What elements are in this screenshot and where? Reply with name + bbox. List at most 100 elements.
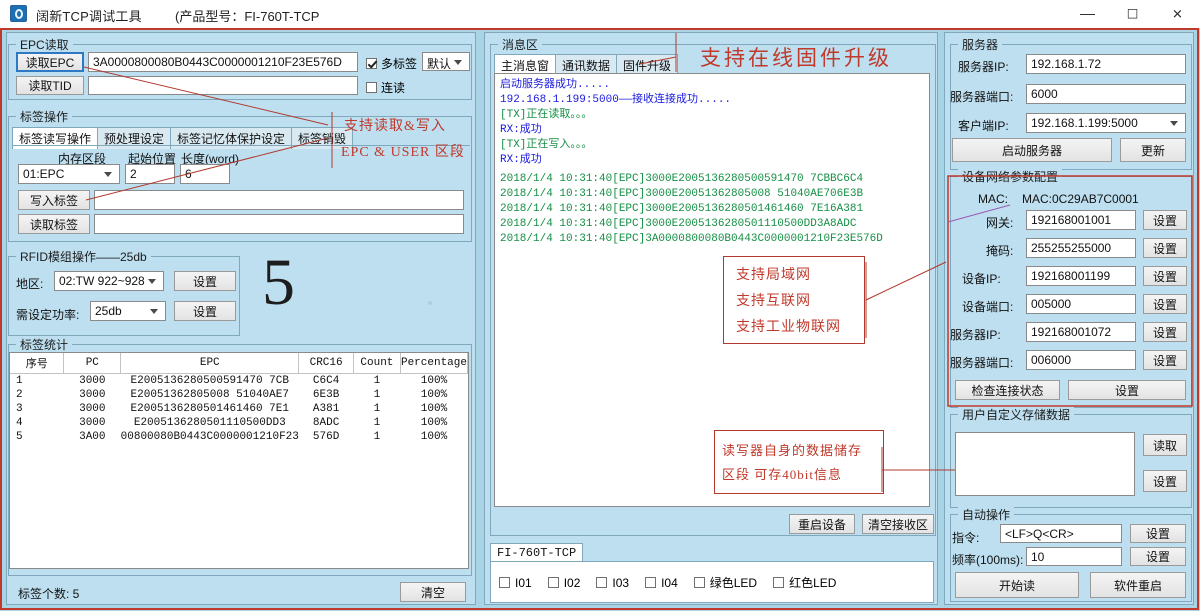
mem-bank-select[interactable]: 01:EPC: [18, 164, 120, 184]
message-log[interactable]: 启动服务器成功..... 192.168.1.199:5000——接收连接成功..…: [494, 73, 930, 507]
table-cell: 1: [373, 417, 381, 429]
table-header-2: EPC: [120, 353, 300, 374]
read-tid-button[interactable]: 读取TID: [16, 76, 84, 95]
checkbox-box-icon: [596, 577, 608, 588]
net-field-input-1[interactable]: 255255255000: [1026, 238, 1136, 258]
user-storage-read-button[interactable]: 读取: [1143, 434, 1187, 456]
io-checkbox-label: I01: [515, 575, 532, 590]
clear-receive-button[interactable]: 清空接收区: [862, 514, 934, 534]
auto-freq-input[interactable]: 10: [1026, 547, 1122, 566]
auto-cmd-label: 指令:: [952, 531, 980, 545]
length-input[interactable]: 6: [180, 164, 230, 184]
check-connection-button[interactable]: 检查连接状态: [955, 380, 1060, 400]
net-field-input-5[interactable]: 006000: [1026, 350, 1136, 370]
read-epc-button[interactable]: 读取EPC: [16, 52, 84, 72]
user-storage-set-button[interactable]: 设置: [1143, 470, 1187, 492]
table-header-4: Count: [353, 353, 401, 374]
table-row[interactable]: 1 3000 E2005136280500591470 7CB C6C4 1 100%: [10, 374, 468, 389]
table-row[interactable]: 3 3000 E2005136280501461460 7E1 A381 1 100%: [10, 402, 468, 416]
minimize-button[interactable]: —: [1065, 0, 1110, 28]
checkbox-box-icon: [499, 577, 510, 588]
net-field-input-0[interactable]: 192168001001: [1026, 210, 1136, 230]
start-pos-input[interactable]: 2: [125, 164, 175, 184]
tid-value-input[interactable]: [88, 76, 358, 95]
net-field-label-2: 设备IP:: [962, 272, 1001, 286]
net-field-input-2[interactable]: 192168001199: [1026, 266, 1136, 286]
server-ip-label: 服务器IP:: [958, 60, 1009, 74]
table-row[interactable]: 4 3000 E2005136280501110500DD3 8ADC 1 100%: [10, 416, 468, 430]
net-field-set-button-4[interactable]: 设置: [1143, 322, 1187, 342]
auto-freq-set-button[interactable]: 设置: [1130, 547, 1186, 566]
log-line: RX:成功: [500, 154, 542, 166]
power-set-button[interactable]: 设置: [174, 301, 236, 321]
tag-statistics-group-title: 标签统计: [16, 336, 73, 353]
table-cell: 00800080B0443C0000001210F23: [120, 431, 299, 443]
close-button[interactable]: ✕: [1155, 0, 1200, 28]
log-line: RX:成功: [500, 124, 542, 136]
power-select[interactable]: 25db: [90, 301, 166, 321]
log-line: [TX]正在写入。。。: [500, 139, 593, 151]
restart-device-button[interactable]: 重启设备: [789, 514, 855, 534]
maximize-button[interactable]: ☐: [1110, 0, 1155, 28]
region-set-button[interactable]: 设置: [174, 271, 236, 291]
table-cell: A381: [312, 403, 340, 415]
table-cell: 3000: [79, 403, 106, 415]
watermark-texture: [395, 268, 465, 338]
table-cell: 3000: [79, 417, 106, 429]
io-checkbox-i04[interactable]: I04: [645, 576, 678, 590]
net-field-set-button-1[interactable]: 设置: [1143, 238, 1187, 258]
table-cell: 1: [373, 389, 381, 401]
log-line: 2018/1/4 10:31:40[EPC]3A0000800080B0443C…: [500, 233, 883, 245]
region-select[interactable]: 02:TW 922~928: [54, 271, 164, 291]
io-checkbox-i01[interactable]: I01: [499, 576, 532, 590]
table-row[interactable]: 2 3000 E20051362805008 51040AE7 6E3B 1 100%: [10, 388, 468, 402]
user-storage-input[interactable]: [955, 432, 1135, 496]
epc-value-input[interactable]: 3A0000800080B0443C0000001210F23E576D: [88, 52, 358, 72]
io-checkbox-label: I03: [612, 575, 630, 590]
start-server-button[interactable]: 启动服务器: [952, 138, 1112, 162]
start-read-button[interactable]: 开始读: [955, 572, 1079, 598]
tag-statistics-table[interactable]: 序号 PC EPC CRC16 Count Percentage 1 3000 E200513…: [9, 352, 469, 569]
table-header-5: Percentage: [400, 353, 468, 374]
write-tag-input[interactable]: [94, 190, 464, 210]
io-checkbox-i03[interactable]: I03: [596, 576, 629, 590]
auto-cmd-input[interactable]: <LF>Q<CR>: [1000, 524, 1122, 543]
software-restart-button[interactable]: 软件重启: [1090, 572, 1186, 598]
net-field-label-0: 网关:: [986, 216, 1014, 230]
net-field-set-button-5[interactable]: 设置: [1143, 350, 1187, 370]
server-ip-input[interactable]: 192.168.1.72: [1026, 54, 1186, 74]
table-row[interactable]: 5 3A00 00800080B0443C0000001210F23 576D 1 100…: [10, 430, 468, 444]
table-cell: 8ADC: [312, 417, 340, 429]
read-tag-input[interactable]: [94, 214, 464, 234]
table-header-3: CRC16: [298, 353, 354, 374]
net-field-input-3[interactable]: 005000: [1026, 294, 1136, 314]
multi-tag-mode-select[interactable]: 默认: [422, 52, 470, 71]
multi-tag-checkbox[interactable]: 多标签: [366, 55, 417, 72]
client-ip-select[interactable]: 192.168.1.199:5000: [1026, 113, 1186, 133]
title-bar: 阔新TCP调试工具 (产品型号：FI-760T-TCP — ☐ ✕: [0, 0, 1200, 29]
tab-device-fi760t[interactable]: FI-760T-TCP: [490, 543, 584, 562]
table-cell: 100%: [420, 389, 448, 401]
net-field-set-button-0[interactable]: 设置: [1143, 210, 1187, 230]
rfid-module-group-title: RFID模组操作——25db: [16, 248, 151, 265]
app-logo-icon: [10, 5, 27, 22]
net-field-set-button-3[interactable]: 设置: [1143, 294, 1187, 314]
table-cell: 3000: [79, 389, 106, 401]
table-cell: 1: [373, 375, 381, 387]
auto-cmd-set-button[interactable]: 设置: [1130, 524, 1186, 543]
refresh-button[interactable]: 更新: [1120, 138, 1186, 162]
continuous-read-checkbox[interactable]: 连读: [366, 79, 405, 96]
io-checkbox-红色led[interactable]: 红色LED: [773, 574, 836, 591]
read-tag-button[interactable]: 读取标签: [18, 214, 90, 234]
net-field-input-4[interactable]: 192168001072: [1026, 322, 1136, 342]
write-tag-button[interactable]: 写入标签: [18, 190, 90, 210]
clear-statistics-button[interactable]: 清空: [400, 582, 466, 602]
table-cell: C6C4: [312, 375, 340, 387]
server-port-input[interactable]: 6000: [1026, 84, 1186, 104]
auto-freq-label: 频率(100ms):: [952, 553, 1024, 567]
net-field-set-button-2[interactable]: 设置: [1143, 266, 1187, 286]
io-checkbox-绿色led[interactable]: 绿色LED: [693, 574, 757, 591]
server-port-label: 服务器端口:: [950, 90, 1014, 104]
io-checkbox-i02[interactable]: I02: [547, 576, 580, 590]
network-set-button[interactable]: 设置: [1068, 380, 1186, 400]
